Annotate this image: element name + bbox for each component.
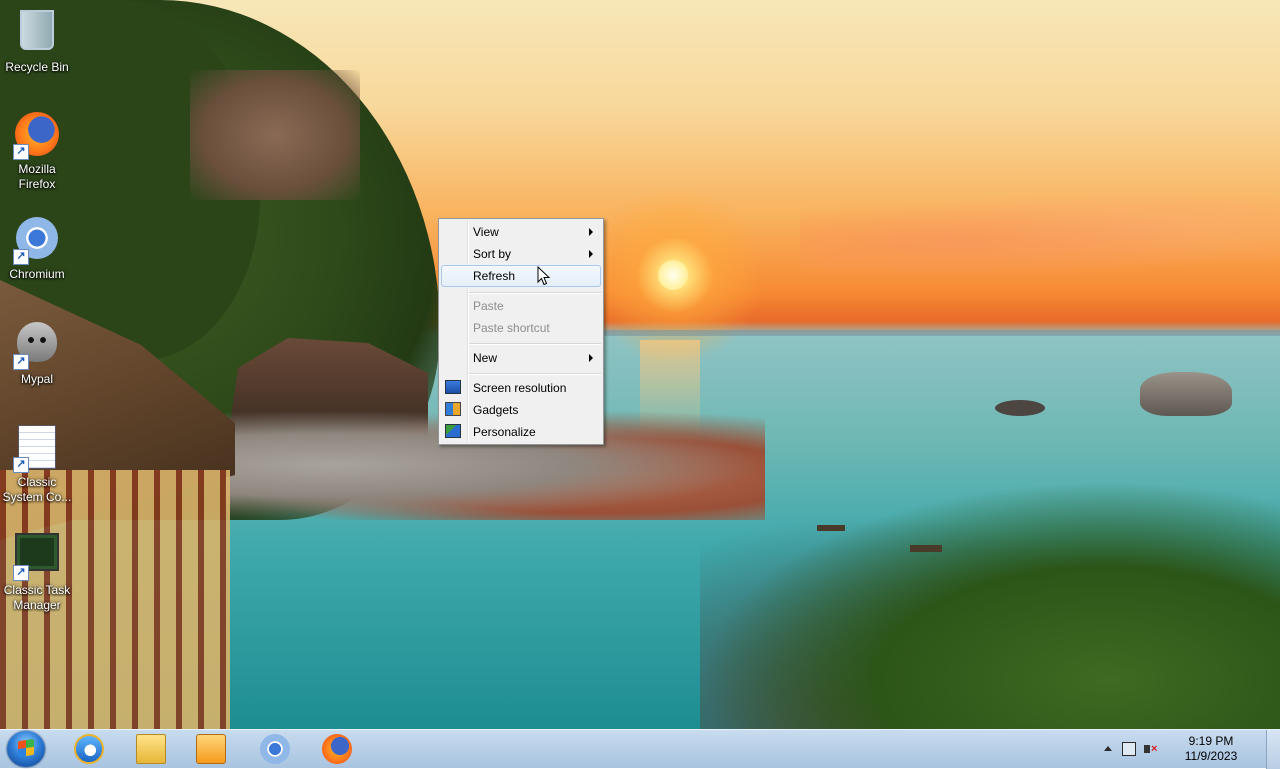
desktop-icon-recycle-bin[interactable]: Recycle Bin bbox=[0, 6, 74, 75]
menu-item-paste-shortcut[interactable]: Paste shortcut bbox=[441, 317, 601, 339]
desktop-icon-label: Mypal bbox=[20, 372, 53, 386]
boat bbox=[817, 525, 845, 531]
menu-item-label: Screen resolution bbox=[473, 381, 567, 395]
menu-item-label: View bbox=[473, 225, 499, 239]
shortcut-arrow-icon: ↗ bbox=[13, 565, 29, 581]
desktop-context-menu: View Sort by Refresh Paste Paste shortcu… bbox=[438, 218, 604, 445]
menu-item-label: Personalize bbox=[473, 425, 536, 439]
gadgets-icon bbox=[445, 402, 461, 416]
desktop-icon-label: Classic Task Manager bbox=[3, 583, 71, 612]
sea-rock-large bbox=[1140, 372, 1232, 416]
chromium-icon bbox=[260, 734, 290, 764]
firefox-icon: ↗ bbox=[13, 112, 61, 160]
clock-date: 11/9/2023 bbox=[1184, 749, 1238, 763]
desktop-icon-label: Mozilla Firefox bbox=[18, 162, 56, 191]
shortcut-arrow-icon: ↗ bbox=[13, 249, 29, 265]
screen-resolution-icon bbox=[445, 380, 461, 394]
show-desktop-button[interactable] bbox=[1266, 730, 1280, 769]
personalize-icon bbox=[445, 424, 461, 438]
firefox-icon bbox=[322, 734, 352, 764]
clock[interactable]: 9:19 PM 11/9/2023 bbox=[1168, 734, 1254, 764]
desktop-icon-classic-task-manager[interactable]: ↗ Classic Task Manager bbox=[0, 526, 74, 613]
menu-item-new[interactable]: New bbox=[441, 347, 601, 369]
system-tray: × 9:19 PM 11/9/2023 bbox=[1102, 730, 1262, 769]
menu-item-refresh[interactable]: Refresh bbox=[441, 265, 601, 287]
menu-item-view[interactable]: View bbox=[441, 221, 601, 243]
menu-item-personalize[interactable]: Personalize bbox=[441, 421, 601, 443]
menu-item-sort-by[interactable]: Sort by bbox=[441, 243, 601, 265]
submenu-arrow-icon bbox=[589, 250, 593, 258]
submenu-arrow-icon bbox=[589, 228, 593, 236]
menu-separator bbox=[469, 292, 601, 294]
desktop-icon-chromium[interactable]: ↗ Chromium bbox=[0, 214, 74, 282]
recycle-bin-icon bbox=[13, 10, 61, 58]
menu-item-label: Gadgets bbox=[473, 403, 519, 417]
show-hidden-icons-icon[interactable] bbox=[1104, 746, 1112, 751]
menu-item-gadgets[interactable]: Gadgets bbox=[441, 399, 601, 421]
chromium-icon: ↗ bbox=[13, 217, 61, 265]
desktop-icon-firefox[interactable]: ↗ Mozilla Firefox bbox=[0, 110, 74, 192]
menu-item-paste[interactable]: Paste bbox=[441, 295, 601, 317]
menu-item-screen-resolution[interactable]: Screen resolution bbox=[441, 377, 601, 399]
desktop-icon-label: Chromium bbox=[9, 267, 65, 281]
task-manager-icon: ↗ bbox=[13, 533, 61, 581]
desktop-icon-label: Recycle Bin bbox=[5, 60, 69, 74]
network-icon[interactable] bbox=[1122, 742, 1136, 756]
windows-logo-icon bbox=[18, 738, 34, 758]
menu-separator bbox=[469, 343, 601, 345]
taskbar-firefox[interactable] bbox=[306, 731, 366, 767]
desktop-icon-mypal[interactable]: ↗ Mypal bbox=[0, 318, 74, 387]
taskbar-internet-explorer[interactable] bbox=[58, 731, 118, 767]
shortcut-arrow-icon: ↗ bbox=[13, 144, 29, 160]
menu-item-label: Paste shortcut bbox=[473, 321, 550, 335]
taskbar-chromium[interactable] bbox=[244, 731, 304, 767]
horizon bbox=[600, 330, 1280, 336]
taskbar-media-player[interactable] bbox=[180, 731, 240, 767]
menu-item-label: Paste bbox=[473, 299, 504, 313]
start-button[interactable] bbox=[7, 731, 45, 767]
volume-muted-icon[interactable]: × bbox=[1144, 742, 1158, 756]
taskbar: × 9:19 PM 11/9/2023 bbox=[0, 729, 1280, 769]
clouds bbox=[800, 195, 1280, 275]
media-player-icon bbox=[196, 734, 226, 764]
clock-time: 9:19 PM bbox=[1188, 734, 1234, 748]
menu-item-label: Sort by bbox=[473, 247, 512, 261]
shortcut-arrow-icon: ↗ bbox=[13, 457, 29, 473]
mypal-icon: ↗ bbox=[13, 322, 61, 370]
cliff-rock bbox=[190, 70, 360, 200]
desktop-icon-classic-system-config[interactable]: ↗ Classic System Co... bbox=[0, 422, 74, 505]
boat bbox=[910, 545, 942, 552]
submenu-arrow-icon bbox=[589, 354, 593, 362]
shortcut-arrow-icon: ↗ bbox=[13, 354, 29, 370]
system-config-icon: ↗ bbox=[13, 425, 61, 473]
menu-item-label: Refresh bbox=[473, 269, 516, 283]
menu-separator bbox=[469, 373, 601, 375]
sun bbox=[658, 260, 688, 290]
internet-explorer-icon bbox=[74, 734, 104, 764]
sea-rock-small bbox=[995, 400, 1045, 416]
folder-icon bbox=[136, 734, 166, 764]
foreground-foliage bbox=[700, 480, 1280, 730]
desktop-wallpaper[interactable] bbox=[0, 0, 1280, 730]
menu-item-label: New bbox=[473, 351, 498, 365]
taskbar-file-explorer[interactable] bbox=[120, 731, 180, 767]
desktop-icon-label: Classic System Co... bbox=[2, 475, 72, 504]
